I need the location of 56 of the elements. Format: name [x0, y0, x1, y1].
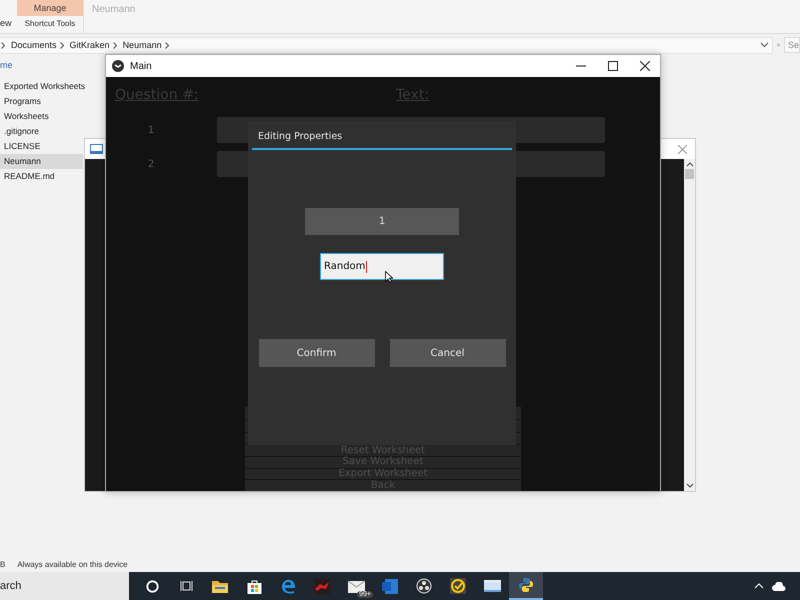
dialog-button[interactable]: Confirm [258, 339, 374, 367]
sidebar-item[interactable]: Worksheets [0, 109, 83, 124]
window-title: Neumann [92, 4, 136, 15]
breadcrumb-item[interactable]: Neumann [122, 40, 162, 50]
sidebar-header: me [0, 59, 14, 72]
envelope-icon [348, 580, 364, 592]
folder-icon [212, 580, 228, 592]
scroll-down-icon[interactable] [686, 483, 694, 488]
task-view-icon [180, 580, 192, 592]
window-icon [484, 580, 500, 592]
breadcrumb-item[interactable]: GitKraken [70, 40, 110, 50]
sidebar-item[interactable]: Programs [0, 94, 83, 109]
input-field[interactable]: Random [320, 253, 444, 280]
app-icon [112, 60, 124, 72]
window-icon [90, 144, 103, 154]
cloud-icon[interactable] [772, 582, 786, 590]
chevron-icon [60, 42, 64, 48]
taskbar-search-field[interactable]: arch [0, 572, 129, 600]
ribbon-tab[interactable]: Manage [17, 0, 83, 16]
scrollbar[interactable] [684, 159, 695, 491]
taskbar-app-button[interactable] [509, 572, 543, 600]
browser-icon [280, 578, 296, 594]
maximize-icon[interactable] [608, 61, 618, 71]
question-number: 1 [146, 124, 156, 136]
sidebar-item[interactable]: Exported Worksheets [0, 79, 83, 94]
snake-logo-icon [518, 577, 534, 593]
address-bar[interactable]: Documents GitKraken Neumann [0, 36, 773, 54]
mouse-cursor-icon [385, 271, 393, 283]
sidebar-item[interactable]: LICENSE [0, 139, 83, 154]
scrollbar-thumb[interactable] [685, 169, 694, 179]
dialog-title: Editing Properties [258, 131, 342, 142]
sidebar-item[interactable]: .gitignore [0, 124, 83, 139]
checkmark-icon [450, 578, 466, 594]
app-icon [314, 578, 330, 594]
chevron-icon [164, 42, 169, 48]
sidebar-item[interactable]: README.md [0, 169, 83, 184]
status-text: Always available on this device [17, 560, 128, 568]
document-icon [382, 578, 398, 594]
dropdown-icon[interactable] [760, 42, 769, 48]
ribbon-group-label: Shortcut Tools [24, 19, 76, 28]
breadcrumb-item[interactable]: Documents [11, 40, 57, 50]
status-text: B [0, 560, 6, 568]
scroll-up-icon[interactable] [686, 162, 694, 167]
question-number: 2 [146, 158, 156, 170]
chevron-icon [1, 42, 5, 48]
chevron-icon [112, 42, 117, 48]
caret-up-icon[interactable] [754, 583, 764, 589]
close-icon[interactable] [640, 61, 650, 71]
window-title: Main [130, 60, 152, 72]
circle-icon [146, 580, 158, 592]
number-button[interactable]: 1 [305, 208, 459, 235]
dialog-button[interactable]: Cancel [390, 339, 506, 367]
shopping-bag-icon [246, 578, 262, 594]
circle-icon [416, 578, 432, 594]
ribbon-tab[interactable]: ew [0, 18, 17, 28]
sidebar-item[interactable]: Neumann [0, 154, 83, 169]
